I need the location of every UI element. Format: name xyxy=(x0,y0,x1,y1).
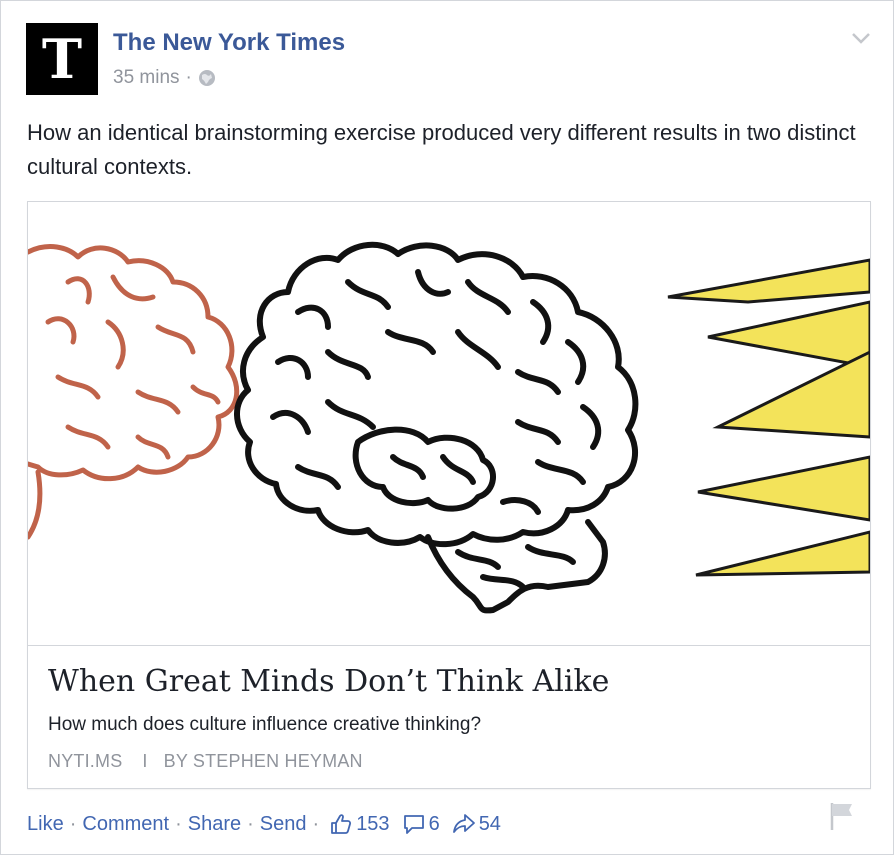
likes-count-button[interactable]: 153 xyxy=(329,812,390,836)
link-caption: NYTI.MS I BY STEPHEN HEYMAN xyxy=(48,751,363,772)
action-separator: · xyxy=(312,812,320,835)
like-link[interactable]: Like xyxy=(27,813,64,836)
link-preview[interactable]: When Great Minds Don’t Think Alike How m… xyxy=(27,201,871,789)
post-card: T The New York Times 35 mins · How an id… xyxy=(0,0,894,855)
chevron-down-icon[interactable] xyxy=(851,31,871,45)
yellow-burst-illustration xyxy=(667,258,870,577)
comments-count: 6 xyxy=(428,812,440,835)
like-icon xyxy=(331,814,352,834)
red-brain-illustration xyxy=(28,244,240,540)
post-meta: 35 mins · xyxy=(113,67,216,89)
post-text: How an identical brainstorming exercise … xyxy=(27,120,856,179)
action-bar: Like · Comment · Share · Send · 153 6 54 xyxy=(27,812,509,836)
black-brain-illustration xyxy=(234,241,639,614)
nyt-logo-icon: T xyxy=(41,27,83,91)
link-byline: BY STEPHEN HEYMAN xyxy=(163,751,363,771)
flag-icon[interactable] xyxy=(829,801,855,831)
link-title[interactable]: When Great Minds Don’t Think Alike xyxy=(48,664,609,699)
action-separator: · xyxy=(69,812,77,835)
action-separator: · xyxy=(247,812,254,835)
link-image[interactable] xyxy=(28,202,870,646)
page-avatar[interactable]: T xyxy=(26,23,98,95)
shares-count-button[interactable]: 54 xyxy=(452,812,501,836)
action-separator: · xyxy=(175,812,182,835)
comment-link[interactable]: Comment xyxy=(82,813,169,836)
globe-icon[interactable] xyxy=(198,69,216,87)
comments-count-button[interactable]: 6 xyxy=(402,812,440,836)
share-icon xyxy=(452,814,475,833)
page-name-link[interactable]: The New York Times xyxy=(113,29,345,57)
meta-separator: · xyxy=(185,67,192,88)
send-link[interactable]: Send xyxy=(260,813,307,836)
caption-separator: I xyxy=(142,751,148,771)
comment-icon xyxy=(403,815,424,834)
link-description: How much does culture influence creative… xyxy=(48,714,482,735)
shares-count: 54 xyxy=(478,812,501,835)
likes-count: 153 xyxy=(356,812,390,835)
link-domain: NYTI.MS xyxy=(48,751,123,771)
post-timestamp[interactable]: 35 mins xyxy=(113,67,180,89)
share-link[interactable]: Share xyxy=(188,813,241,836)
